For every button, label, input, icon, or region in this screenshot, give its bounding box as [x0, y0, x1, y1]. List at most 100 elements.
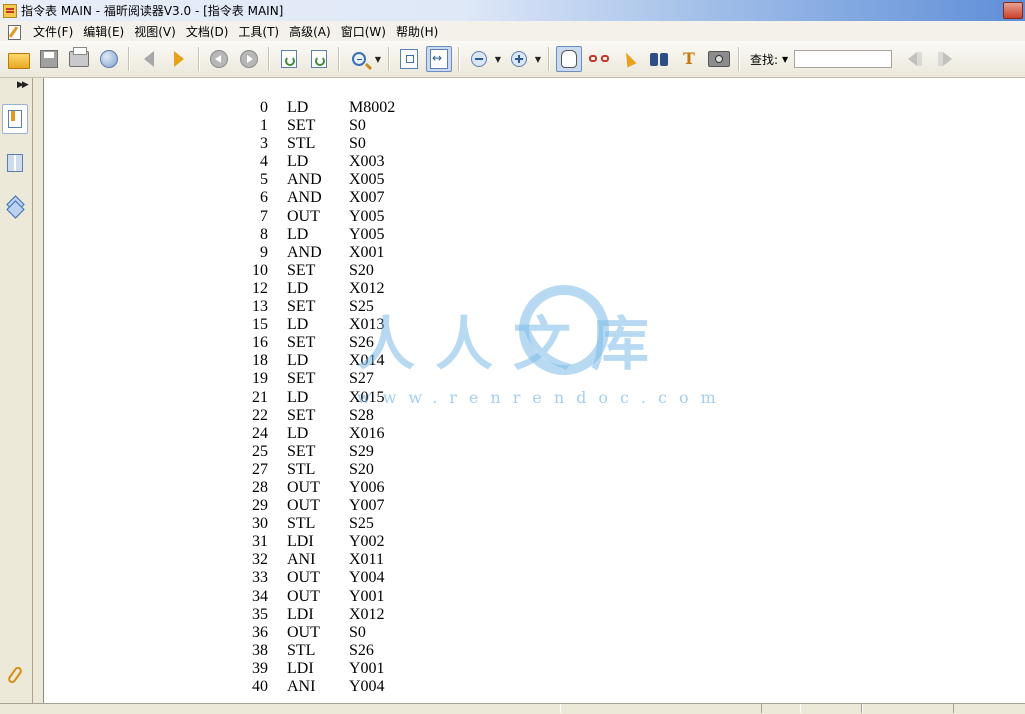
fit-page-icon — [400, 49, 418, 69]
instruction-step: 3 — [260, 135, 268, 153]
text-select-button[interactable]: T — [676, 46, 702, 72]
instruction-opcode: STL — [287, 515, 316, 533]
instruction-opcode: AND — [287, 243, 322, 261]
instruction-step: 9 — [260, 243, 268, 261]
instruction-step: 5 — [260, 171, 268, 189]
zoom-tool-dropdown[interactable]: ▼ — [374, 46, 382, 72]
instruction-row: 36 OUT S0 — [238, 624, 429, 642]
search-options-dropdown[interactable]: ▼ — [782, 55, 788, 64]
instruction-operand: Y004 — [349, 678, 385, 695]
bookmarks-tab[interactable] — [2, 104, 28, 134]
instruction-opcode: LD — [287, 225, 309, 243]
status-bar — [0, 703, 1025, 714]
instruction-operand: S25 — [349, 515, 374, 533]
document-view[interactable]: 0 LD M8002 1 SET S0 3 STL S0 4 LD X003 5 AND X005 6 AND X… — [44, 78, 1025, 703]
next-page-button[interactable] — [166, 46, 192, 72]
instruction-operand: M8002 — [349, 99, 396, 116]
instruction-operand: Y002 — [349, 533, 385, 551]
layers-tab[interactable] — [2, 191, 28, 221]
instruction-operand: Y007 — [349, 497, 385, 515]
instruction-opcode: LD — [287, 99, 309, 116]
previous-page-button[interactable] — [136, 46, 162, 72]
instruction-opcode: LD — [287, 424, 309, 442]
instruction-operand: Y005 — [349, 207, 385, 225]
expand-panel-icon[interactable]: ▶▶ — [17, 80, 29, 90]
zoom-out-dropdown[interactable]: ▼ — [494, 46, 502, 72]
menu-help[interactable]: 帮助(H) — [391, 23, 443, 40]
menu-tools[interactable]: 工具(T) — [233, 23, 284, 40]
instruction-row: 6 AND X007 — [238, 189, 429, 207]
rotate-left-button[interactable] — [276, 46, 302, 72]
instruction-row: 30 STL S25 — [238, 515, 429, 533]
instruction-row: 28 OUT Y006 — [238, 479, 429, 497]
zoom-tool-button[interactable] — [346, 46, 372, 72]
rotate-right-button[interactable] — [306, 46, 332, 72]
instruction-opcode: SET — [287, 370, 316, 388]
instruction-step: 39 — [252, 659, 268, 677]
instruction-operand: S0 — [349, 135, 366, 153]
instruction-row: 0 LD M8002 — [238, 99, 429, 117]
find-next-button[interactable] — [932, 46, 958, 72]
menu-edit[interactable]: 编辑(E) — [78, 23, 129, 40]
zoom-in-icon — [511, 51, 527, 67]
menu-document[interactable]: 文档(D) — [181, 23, 234, 40]
instruction-operand: X015 — [349, 388, 385, 406]
panel-splitter[interactable] — [33, 78, 44, 703]
instruction-step: 28 — [252, 478, 268, 496]
find-button[interactable] — [646, 46, 672, 72]
title-bar: 指令表 MAIN - 福昕阅读器V3.0 - [指令表 MAIN] — [0, 0, 1025, 21]
back-button[interactable] — [206, 46, 232, 72]
snapshot-button[interactable] — [706, 46, 732, 72]
close-window-button[interactable] — [1003, 2, 1023, 19]
find-previous-button[interactable] — [902, 46, 928, 72]
attachments-tab[interactable] — [2, 660, 28, 690]
instruction-step: 12 — [252, 279, 268, 297]
instruction-opcode: LD — [287, 352, 309, 370]
instruction-step: 1 — [260, 117, 268, 135]
zoom-in-button[interactable] — [506, 46, 532, 72]
bookmark-icon — [8, 110, 22, 128]
document-menu-icon[interactable] — [7, 24, 22, 40]
instruction-operand: S27 — [349, 370, 374, 388]
instruction-step: 22 — [252, 406, 268, 424]
instruction-opcode: LD — [287, 316, 309, 334]
zoom-out-button[interactable] — [466, 46, 492, 72]
save-button[interactable] — [36, 46, 62, 72]
instruction-row: 39 LDI Y001 — [238, 660, 429, 678]
search-input[interactable] — [794, 50, 893, 68]
open-folder-icon — [8, 53, 30, 69]
zoom-in-dropdown[interactable]: ▼ — [534, 46, 542, 72]
instruction-step: 10 — [252, 261, 268, 279]
toolbar-separator — [338, 47, 340, 71]
hand-tool-button[interactable] — [556, 46, 582, 72]
open-button[interactable] — [6, 46, 32, 72]
thumbnails-tab[interactable] — [2, 148, 28, 178]
instruction-operand: Y006 — [349, 478, 385, 496]
fit-width-button[interactable] — [426, 46, 452, 72]
instruction-step: 35 — [252, 605, 268, 623]
instruction-opcode: SET — [287, 334, 316, 352]
instruction-step: 15 — [252, 316, 268, 334]
instruction-step: 7 — [260, 207, 268, 225]
instruction-operand: S26 — [349, 641, 374, 659]
binoculars-icon — [649, 51, 669, 67]
instruction-step: 31 — [252, 533, 268, 551]
instruction-row: 3 STL S0 — [238, 135, 429, 153]
menu-window[interactable]: 窗口(W) — [336, 23, 391, 40]
print-button[interactable] — [66, 46, 92, 72]
window-title: 指令表 MAIN - 福昕阅读器V3.0 - [指令表 MAIN] — [21, 4, 284, 18]
toolbar-separator — [738, 47, 740, 71]
select-tool-button[interactable] — [616, 46, 642, 72]
menu-file[interactable]: 文件(F) — [28, 23, 78, 40]
menu-view[interactable]: 视图(V) — [129, 23, 181, 40]
reading-mode-button[interactable] — [586, 46, 612, 72]
instruction-opcode: OUT — [287, 569, 320, 587]
fit-page-button[interactable] — [396, 46, 422, 72]
search-label: 查找: — [750, 52, 779, 67]
instruction-step: 25 — [252, 442, 268, 460]
web-button[interactable] — [96, 46, 122, 72]
menu-advanced[interactable]: 高级(A) — [284, 23, 336, 40]
forward-button[interactable] — [236, 46, 262, 72]
instruction-operand: S20 — [349, 261, 374, 279]
instruction-step: 0 — [260, 99, 268, 116]
